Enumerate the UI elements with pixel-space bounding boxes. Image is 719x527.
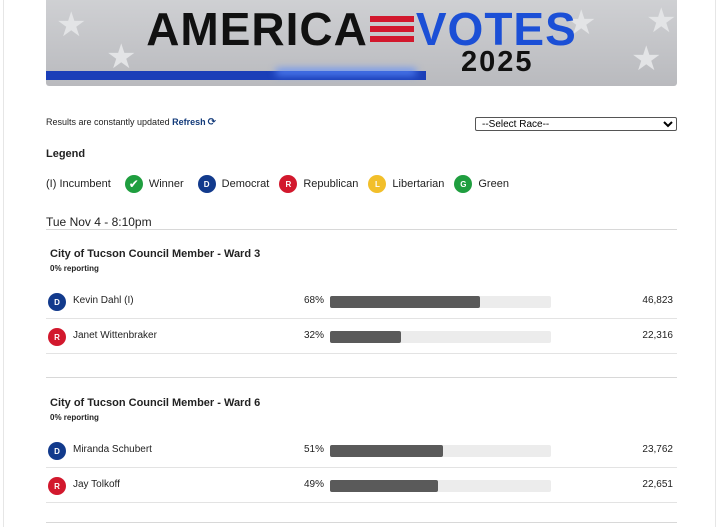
update-notice: Results are constantly updated Refresh ⟳ <box>46 117 216 128</box>
candidate-name: Janet Wittenbraker <box>73 330 157 341</box>
vote-share-fill <box>330 480 439 492</box>
candidate-name: Jay Tolkoff <box>73 479 120 490</box>
republican-badge-icon: R <box>48 328 66 346</box>
vote-share-fill <box>330 445 443 457</box>
candidate-votes: 22,651 <box>642 479 673 490</box>
america-votes-banner: ★ ★ ★ ★ ★ AMERICA VOTES 2025 <box>46 0 677 86</box>
democrat-badge-icon: D <box>197 175 216 193</box>
candidate-percent: 49% <box>303 479 324 490</box>
candidate-name: Miranda Schubert <box>73 444 152 455</box>
checkmark-icon: ✔ <box>124 175 143 193</box>
green-badge-icon: G <box>454 175 473 193</box>
republican-badge-icon: R <box>48 477 66 495</box>
candidate-votes: 46,823 <box>642 295 673 306</box>
vote-share-bar <box>330 480 551 492</box>
race-reporting: 0% reporting <box>50 413 99 422</box>
democrat-badge-icon: D <box>48 293 66 311</box>
candidate-row: R Jay Tolkoff 49% 22,651 <box>46 469 677 503</box>
legend-label: Libertarian <box>392 178 445 190</box>
candidate-row: D Kevin Dahl (I) 68% 46,823 <box>46 285 677 319</box>
republican-badge-icon: R <box>279 175 298 193</box>
legend: (I) Incumbent ✔ Winner D Democrat R Repu… <box>46 174 519 194</box>
banner-glow <box>276 69 416 75</box>
libertarian-badge-icon: L <box>368 175 387 193</box>
vote-share-bar <box>330 445 551 457</box>
vote-share-bar <box>330 331 551 343</box>
legend-label: Democrat <box>221 178 270 190</box>
select-race-dropdown[interactable]: --Select Race-- <box>475 117 677 131</box>
divider <box>46 229 677 230</box>
candidate-votes: 22,316 <box>642 330 673 341</box>
legend-item-democrat: D Democrat <box>197 175 270 193</box>
race-reporting: 0% reporting <box>50 264 99 273</box>
candidate-votes: 23,762 <box>642 444 673 455</box>
legend-item-winner: ✔ Winner <box>124 175 184 193</box>
race-title: City of Tucson Council Member - Ward 3 <box>50 248 261 260</box>
update-text: Results are constantly updated <box>46 117 170 127</box>
candidate-row: D Miranda Schubert 51% 23,762 <box>46 434 677 468</box>
democrat-badge-icon: D <box>48 442 66 460</box>
results-timestamp: Tue Nov 4 - 8:10pm <box>46 215 152 229</box>
divider <box>46 377 677 378</box>
legend-item-incumbent: (I) Incumbent <box>46 178 111 190</box>
divider <box>46 522 677 523</box>
candidate-row: R Janet Wittenbraker 32% 22,316 <box>46 320 677 354</box>
vote-share-fill <box>330 296 481 308</box>
refresh-icon[interactable]: ⟳ <box>208 117 216 128</box>
legend-label: (I) Incumbent <box>46 178 111 190</box>
vote-share-bar <box>330 296 551 308</box>
banner-word-america: AMERICA <box>146 3 368 55</box>
legend-label: Green <box>478 178 509 190</box>
banner-logo: AMERICA VOTES <box>46 2 677 56</box>
banner-year: 2025 <box>461 46 534 78</box>
refresh-link[interactable]: Refresh ⟳ <box>172 117 216 128</box>
legend-label: Republican <box>303 178 359 190</box>
vote-share-fill <box>330 331 401 343</box>
candidate-name: Kevin Dahl (I) <box>73 295 134 306</box>
legend-item-libertarian: L Libertarian <box>368 175 444 193</box>
candidate-percent: 51% <box>303 444 324 455</box>
candidate-percent: 68% <box>303 295 324 306</box>
race-title: City of Tucson Council Member - Ward 6 <box>50 397 261 409</box>
candidate-percent: 32% <box>303 330 324 341</box>
legend-title: Legend <box>46 148 86 160</box>
legend-label: Winner <box>148 178 184 190</box>
flag-stripes-icon <box>369 16 414 42</box>
legend-item-green: G Green <box>454 175 509 193</box>
legend-item-republican: R Republican <box>279 175 358 193</box>
